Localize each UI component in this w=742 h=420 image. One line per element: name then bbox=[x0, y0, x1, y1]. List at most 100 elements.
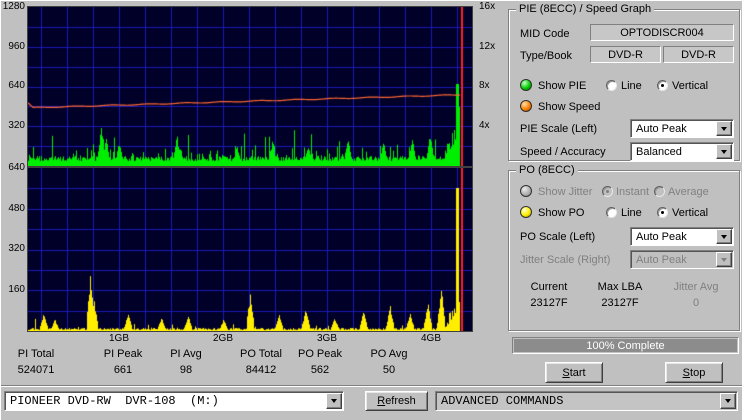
current-value: 23127F bbox=[530, 297, 568, 309]
pie-group-title: PIE (8ECC) / Speed Graph bbox=[516, 4, 655, 15]
stat-label: PI Avg bbox=[170, 348, 202, 360]
max-lba-value: 23127F bbox=[601, 297, 639, 309]
pie-vertical-label: Vertical bbox=[672, 80, 709, 92]
show-pie-led-icon[interactable] bbox=[520, 79, 532, 91]
advanced-commands-value: ADVANCED COMMANDS bbox=[441, 394, 564, 408]
current-label: Current bbox=[530, 281, 568, 293]
dropdown-arrow-icon bbox=[716, 252, 732, 267]
po-graph-canvas bbox=[27, 167, 473, 332]
stat-pi-total: PI Total 524071 bbox=[7, 348, 65, 376]
book-field: DVD-R bbox=[663, 46, 734, 63]
stat-value: 50 bbox=[382, 364, 396, 376]
jitter-instant-radio bbox=[602, 186, 613, 197]
start-button-label: Start bbox=[562, 366, 586, 379]
jitter-avg-label: Jitter Avg bbox=[673, 281, 719, 293]
po-scale-select[interactable]: Auto Peak bbox=[630, 227, 734, 246]
dropdown-arrow-icon[interactable] bbox=[716, 121, 732, 136]
max-lba: Max LBA 23127F bbox=[584, 281, 656, 309]
x-tick: 2GB bbox=[212, 333, 233, 344]
show-pie-label: Show PIE bbox=[538, 80, 587, 92]
refresh-button[interactable]: Refresh bbox=[365, 391, 428, 411]
po-ytick: 640 bbox=[8, 162, 25, 173]
pie-line-radio[interactable] bbox=[606, 80, 617, 91]
stat-value: 84412 bbox=[245, 364, 277, 376]
jitter-scale-label: Jitter Scale (Right) bbox=[520, 254, 611, 266]
speed-ytick: 8x bbox=[479, 80, 490, 91]
po-ytick: 480 bbox=[8, 203, 25, 214]
stat-value: 98 bbox=[179, 364, 193, 376]
pie-line-label: Line bbox=[621, 80, 642, 92]
pie-vertical-radio[interactable] bbox=[657, 80, 668, 91]
show-speed-led-icon[interactable] bbox=[520, 100, 532, 112]
stat-value: 661 bbox=[113, 364, 133, 376]
jitter-avg: Jitter Avg 0 bbox=[656, 281, 736, 309]
type-book-label: Type/Book bbox=[520, 50, 572, 62]
show-po-label: Show PO bbox=[538, 207, 585, 219]
jitter-scale-value: Auto Peak bbox=[636, 253, 687, 266]
po-line-radio[interactable] bbox=[606, 207, 617, 218]
jitter-scale-select: Auto Peak bbox=[630, 250, 734, 269]
show-jitter-label: Show Jitter bbox=[538, 186, 593, 198]
stop-button[interactable]: Stop bbox=[665, 362, 723, 383]
dropdown-arrow-icon[interactable] bbox=[326, 393, 342, 409]
po-ytick: 160 bbox=[8, 284, 25, 295]
stat-pi-avg: PI Avg 98 bbox=[163, 348, 209, 376]
mid-code-field: OPTODISCR004 bbox=[590, 24, 734, 41]
type-field: DVD-R bbox=[590, 46, 661, 63]
drive-select[interactable]: PIONEER DVD-RW DVR-108 (M:) bbox=[4, 391, 344, 411]
show-po-led-icon[interactable] bbox=[520, 206, 532, 218]
pie-speed-groupbox: PIE (8ECC) / Speed Graph MID Code OPTODI… bbox=[508, 4, 740, 161]
stat-pi-peak: PI Peak 661 bbox=[97, 348, 149, 376]
stat-po-avg: PO Avg 50 bbox=[365, 348, 413, 376]
drive-select-value: PIONEER DVD-RW DVR-108 (M:) bbox=[10, 394, 219, 408]
stat-label: PO Total bbox=[240, 348, 282, 360]
jitter-average-label: Average bbox=[668, 186, 709, 198]
po-line-label: Line bbox=[621, 207, 642, 219]
show-jitter-led-icon bbox=[520, 185, 532, 197]
pie-scale-value: Auto Peak bbox=[636, 122, 687, 135]
show-speed-label: Show Speed bbox=[538, 101, 601, 113]
dropdown-arrow-icon[interactable] bbox=[720, 393, 736, 409]
stat-po-total: PO Total 84412 bbox=[231, 348, 291, 376]
stop-button-label: Stop bbox=[682, 366, 706, 379]
current-lba: Current 23127F bbox=[514, 281, 584, 309]
pie-graph-canvas bbox=[27, 6, 473, 167]
x-tick: 1GB bbox=[108, 333, 129, 344]
speed-ytick: 16x bbox=[479, 1, 496, 12]
app-window: 1280 960 640 320 16x 12x 8x 4x 640 480 3… bbox=[0, 0, 742, 420]
pie-ytick: 320 bbox=[8, 120, 25, 131]
dropdown-arrow-icon[interactable] bbox=[716, 144, 732, 159]
refresh-button-label: Refresh bbox=[377, 395, 416, 407]
speed-accuracy-label: Speed / Accuracy bbox=[520, 146, 606, 158]
dropdown-arrow-icon[interactable] bbox=[716, 229, 732, 244]
jitter-instant-label: Instant bbox=[616, 186, 650, 198]
progress-bar: 100% Complete bbox=[512, 337, 739, 354]
po-scale-value: Auto Peak bbox=[636, 230, 687, 243]
po-groupbox: PO (8ECC) Show Jitter Instant Average Sh… bbox=[508, 165, 740, 331]
type-value: DVD-R bbox=[608, 48, 643, 61]
bottom-divider bbox=[1, 385, 742, 387]
po-vertical-label: Vertical bbox=[672, 207, 709, 219]
progress-text: 100% Complete bbox=[514, 339, 737, 352]
po-vertical-radio[interactable] bbox=[657, 207, 668, 218]
advanced-commands-select[interactable]: ADVANCED COMMANDS bbox=[435, 391, 738, 411]
pie-scale-label: PIE Scale (Left) bbox=[520, 123, 598, 135]
mid-code-value: OPTODISCR004 bbox=[620, 26, 704, 39]
max-lba-label: Max LBA bbox=[597, 281, 643, 293]
pie-scale-select[interactable]: Auto Peak bbox=[630, 119, 734, 138]
stat-po-peak: PO Peak 562 bbox=[293, 348, 347, 376]
pie-ytick: 960 bbox=[8, 41, 25, 52]
jitter-avg-value: 0 bbox=[692, 297, 700, 309]
po-scale-label: PO Scale (Left) bbox=[520, 231, 596, 243]
speed-accuracy-value: Balanced bbox=[636, 145, 682, 158]
start-button[interactable]: Start bbox=[545, 362, 603, 383]
stat-label: PO Avg bbox=[370, 348, 408, 360]
speed-accuracy-select[interactable]: Balanced bbox=[630, 142, 734, 161]
x-tick: 4GB bbox=[420, 333, 441, 344]
stat-value: 562 bbox=[310, 364, 330, 376]
stat-value: 524071 bbox=[17, 364, 55, 376]
pie-ytick: 1280 bbox=[2, 1, 25, 12]
x-tick: 3GB bbox=[316, 333, 337, 344]
speed-ytick: 12x bbox=[479, 41, 496, 52]
pie-ytick: 640 bbox=[8, 80, 25, 91]
